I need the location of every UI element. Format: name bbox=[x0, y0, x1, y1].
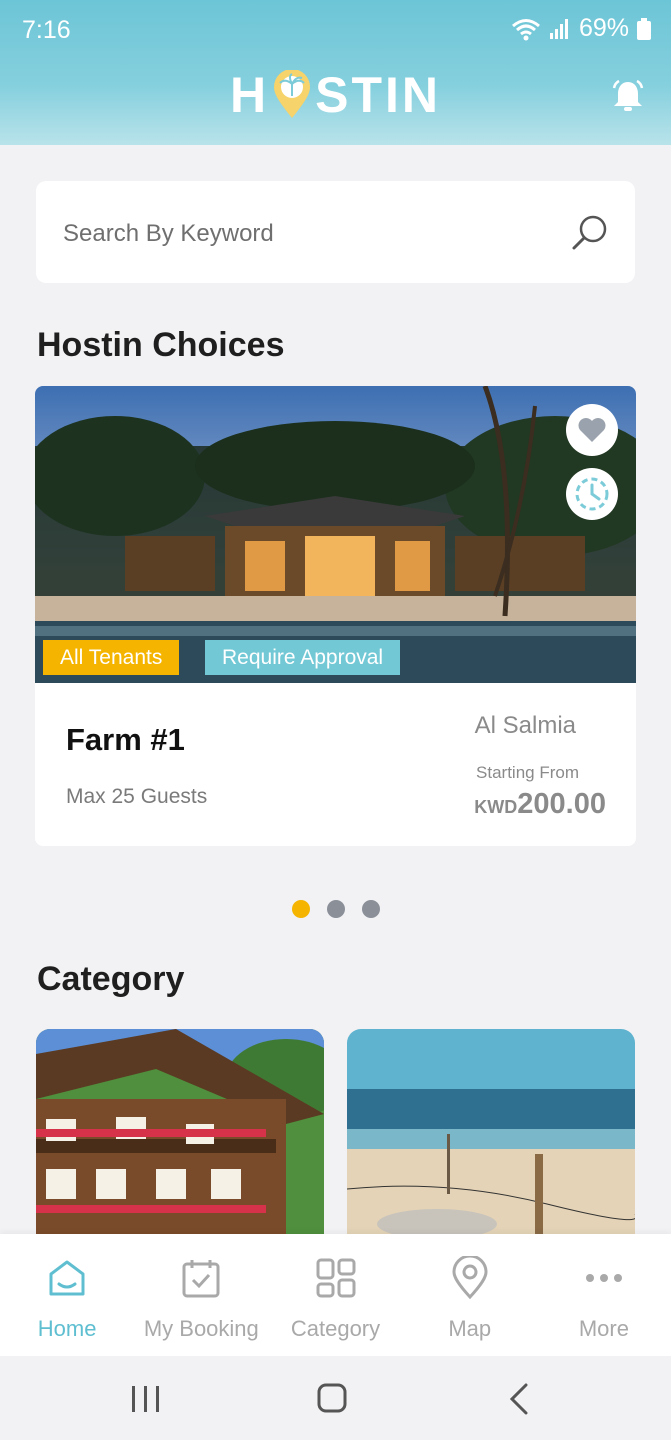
status-indicators: 69% bbox=[511, 14, 651, 43]
grid-icon bbox=[316, 1258, 355, 1298]
nav-map-label: Map bbox=[448, 1316, 492, 1341]
price-prefix: Starting From bbox=[476, 763, 579, 782]
carousel-dot[interactable] bbox=[361, 900, 380, 918]
logo-letter-h: H bbox=[229, 67, 270, 123]
status-time: 7:16 bbox=[22, 16, 71, 44]
schedule-button[interactable] bbox=[566, 468, 618, 520]
back-icon[interactable] bbox=[502, 1382, 538, 1416]
battery-icon bbox=[637, 17, 651, 40]
property-name: Farm #1 bbox=[66, 722, 185, 757]
price-amount: 200.00 bbox=[517, 788, 606, 820]
category-image-beach bbox=[347, 1029, 635, 1239]
section-title-choices: Hostin Choices bbox=[37, 326, 285, 364]
search-bar[interactable]: Search By Keyword bbox=[36, 181, 635, 283]
system-navigation-bar bbox=[0, 1356, 671, 1440]
category-card-beach[interactable] bbox=[347, 1029, 635, 1239]
tag-require-approval: Require Approval bbox=[205, 640, 401, 675]
recent-apps-icon[interactable] bbox=[128, 1382, 164, 1416]
property-location: Al Salmia bbox=[474, 712, 576, 739]
category-image-chalet bbox=[36, 1029, 324, 1239]
signal-icon bbox=[549, 18, 568, 39]
carousel-dot[interactable] bbox=[326, 900, 345, 918]
home-button-icon[interactable] bbox=[314, 1382, 350, 1416]
nav-my-booking[interactable]: My Booking bbox=[134, 1234, 268, 1356]
carousel-dot[interactable] bbox=[291, 900, 310, 918]
nav-category-label: Category bbox=[290, 1316, 381, 1341]
notification-bell-icon[interactable] bbox=[610, 78, 646, 114]
tag-all-tenants: All Tenants bbox=[43, 640, 180, 675]
home-icon bbox=[49, 1260, 85, 1296]
property-guests: Max 25 Guests bbox=[66, 785, 208, 808]
search-icon[interactable] bbox=[571, 213, 609, 251]
more-dots-icon bbox=[585, 1274, 622, 1282]
wifi-icon bbox=[511, 18, 540, 40]
logo-palm-icon bbox=[274, 70, 311, 118]
nav-my-booking-label: My Booking bbox=[143, 1316, 259, 1341]
nav-map[interactable]: Map bbox=[403, 1234, 537, 1356]
nav-more-label: More bbox=[578, 1316, 629, 1341]
property-price: KWD200.00 bbox=[474, 788, 606, 821]
map-pin-icon bbox=[452, 1256, 488, 1300]
nav-home[interactable]: Home bbox=[0, 1234, 134, 1356]
search-input[interactable]: Search By Keyword bbox=[63, 220, 274, 248]
nav-home-label: Home bbox=[37, 1316, 97, 1341]
nav-more[interactable]: More bbox=[537, 1234, 671, 1356]
app-header: 7:16 69% H STIN bbox=[0, 0, 671, 145]
property-card[interactable]: All Tenants Require Approval Farm #1 Max… bbox=[35, 386, 636, 846]
clock-icon bbox=[575, 477, 609, 511]
carousel-indicator bbox=[0, 900, 671, 918]
category-card-chalet[interactable] bbox=[36, 1029, 324, 1239]
favorite-button[interactable] bbox=[566, 404, 618, 456]
section-title-category: Category bbox=[37, 960, 185, 998]
property-image bbox=[35, 386, 636, 683]
nav-category[interactable]: Category bbox=[268, 1234, 402, 1356]
logo-letters-stin: STIN bbox=[315, 67, 441, 123]
bottom-navigation: Home My Booking Category Map More bbox=[0, 1234, 671, 1356]
heart-icon bbox=[578, 418, 606, 442]
app-logo: H STIN bbox=[0, 66, 671, 124]
calendar-check-icon bbox=[182, 1260, 220, 1298]
battery-percent: 69% bbox=[578, 14, 629, 42]
price-currency: KWD bbox=[474, 797, 518, 817]
